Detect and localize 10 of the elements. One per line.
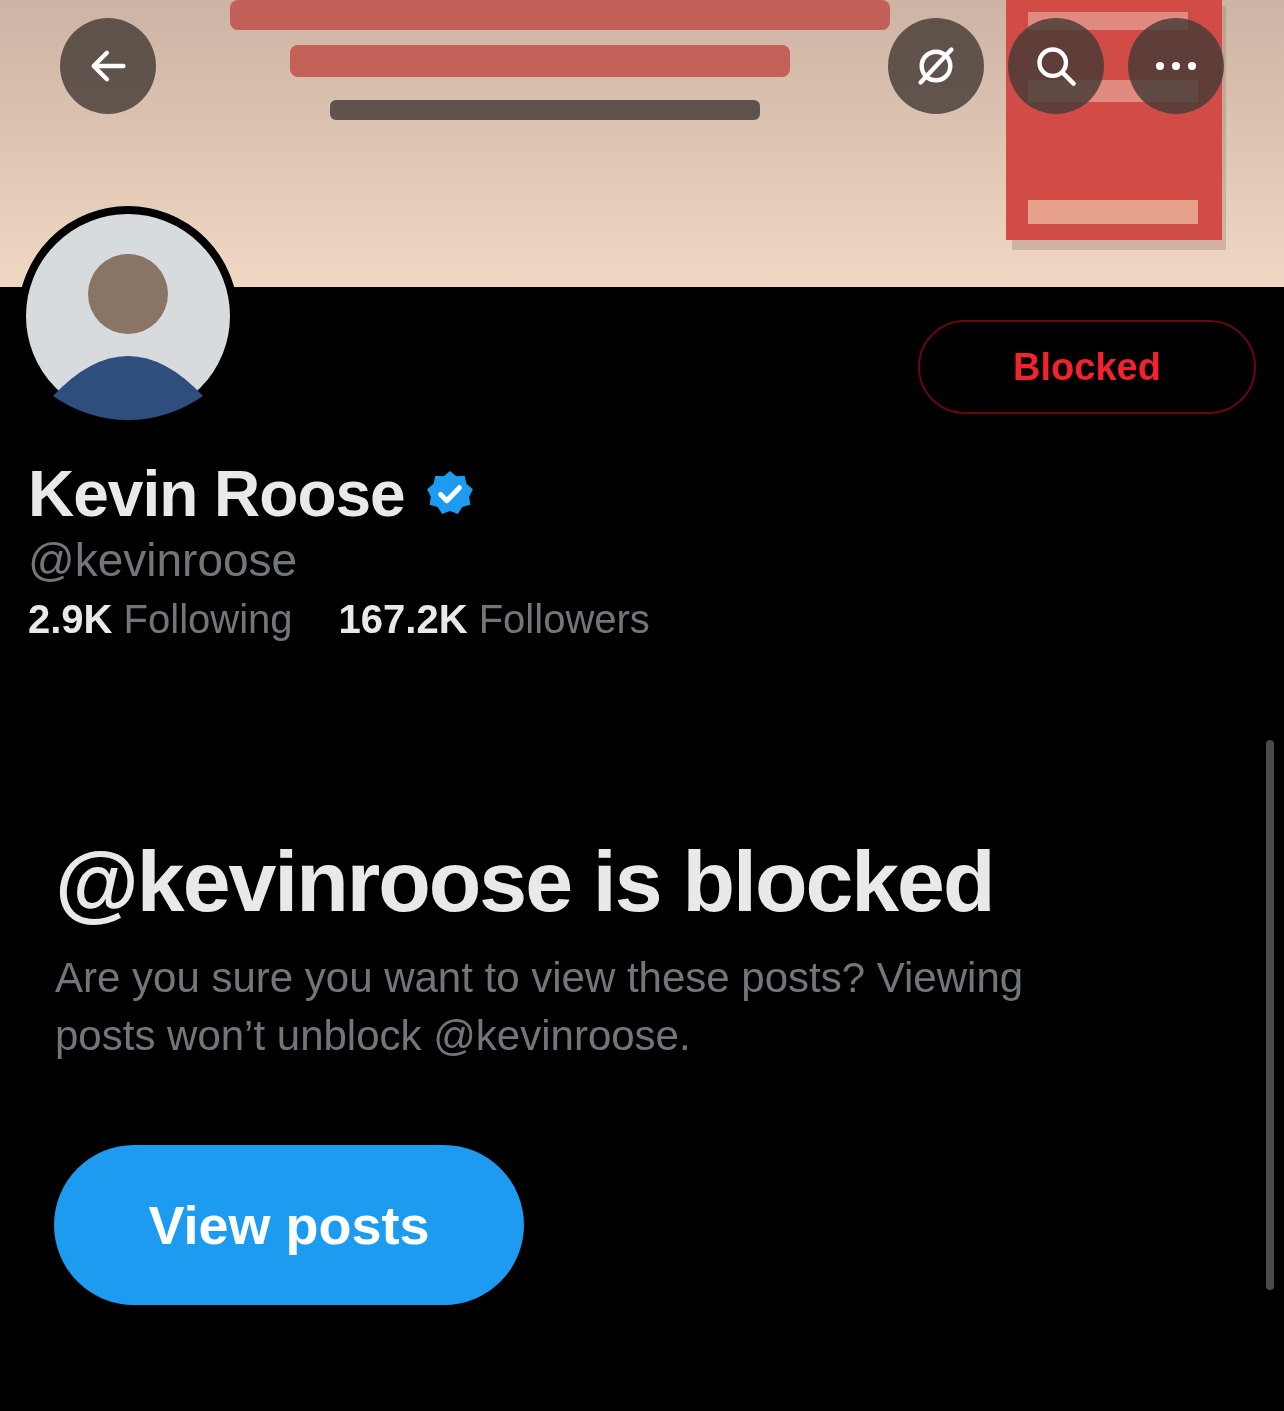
search-icon: [1034, 44, 1078, 88]
stat-link[interactable]: 167.2K Followers: [338, 597, 650, 642]
stat-link[interactable]: 2.9K Following: [28, 597, 293, 642]
blocked-button[interactable]: Blocked: [918, 320, 1256, 414]
scrollbar[interactable]: [1266, 740, 1274, 1290]
profile-name: Kevin Roose: [28, 457, 405, 531]
blocked-message: Are you sure you want to view these posts? Viewing posts won’t unblock @kevinroose.: [55, 953, 1025, 1061]
blocked-heading: @kevinroose is blocked: [55, 832, 995, 931]
profile-handle: @kevinroose: [28, 533, 299, 587]
more-icon: [1156, 62, 1196, 70]
